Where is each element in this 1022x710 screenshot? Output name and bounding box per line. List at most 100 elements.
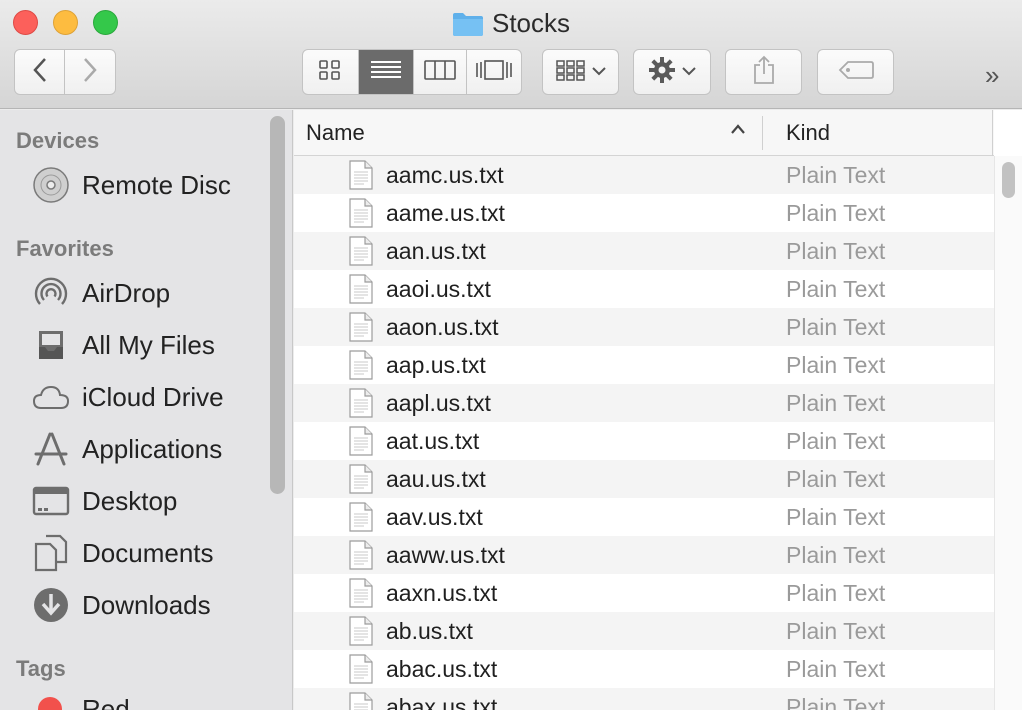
file-row[interactable]: aau.us.txt Plain Text [294,460,994,498]
sidebar-item-remote-disc[interactable]: Remote Disc [30,162,270,208]
column-header-kind[interactable]: Kind [786,120,830,146]
sidebar-header-tags: Tags [16,656,66,681]
file-name: ab.us.txt [386,618,473,644]
file-name: abac.us.txt [386,656,498,682]
window-toolbar: Stocks » [0,0,1022,109]
icon-view-icon [319,59,341,85]
file-row[interactable]: aat.us.txt Plain Text [294,422,994,460]
icon-view-button[interactable] [303,50,359,94]
file-row[interactable]: aaww.us.txt Plain Text [294,536,994,574]
sidebar-item-label: AirDrop [82,277,171,308]
file-row[interactable]: aamc.us.txt Plain Text [294,156,994,194]
list-view-button[interactable] [358,50,414,94]
file-name: aaww.us.txt [386,542,505,568]
file-name: aav.us.txt [386,504,483,530]
cover-flow-icon [475,59,513,86]
all-files-icon [30,325,72,365]
text-file-icon [348,388,374,423]
column-divider[interactable] [992,110,993,156]
file-kind: Plain Text [786,390,886,416]
tags-button[interactable] [817,49,894,95]
file-row[interactable]: aan.us.txt Plain Text [294,232,994,270]
desktop-icon [30,481,72,521]
column-divider[interactable] [762,116,763,150]
sidebar-item-applications[interactable]: Applications [30,426,270,472]
text-file-icon [348,312,374,347]
toolbar-overflow-button[interactable]: » [985,60,1000,91]
text-file-icon [348,274,374,309]
arrange-button[interactable] [542,49,619,95]
text-file-icon [348,616,374,651]
list-scrollbar-thumb[interactable] [1002,162,1015,198]
back-forward-control [14,49,116,95]
window-title: Stocks [0,6,1022,40]
tag-icon [838,60,874,85]
chevron-down-icon [591,63,606,81]
file-row[interactable]: aap.us.txt Plain Text [294,346,994,384]
file-kind: Plain Text [786,694,886,710]
file-rows: aamc.us.txt Plain Text aame.us.txt Plain Te… [294,156,994,710]
sidebar-header-favorites: Favorites [16,236,114,261]
column-view-button[interactable] [414,50,467,94]
sidebar-item-downloads[interactable]: Downloads [30,582,270,628]
text-file-icon [348,350,374,385]
sidebar-item-desktop[interactable]: Desktop [30,478,270,524]
sidebar-item-documents[interactable]: Documents [30,530,270,576]
file-kind: Plain Text [786,200,886,226]
list-scrollbar-track[interactable] [994,156,1022,710]
file-name: aap.us.txt [386,352,486,378]
sidebar-item-tag-red[interactable]: Red [30,686,270,710]
column-header-row: Name Kind [294,110,994,156]
text-file-icon [348,198,374,233]
window-title-text: Stocks [491,8,571,38]
sidebar-item-label: Desktop [82,485,178,516]
disc-icon [30,165,72,205]
text-file-icon [348,654,374,689]
file-row[interactable]: abax.us.txt Plain Text [294,688,994,710]
file-row[interactable]: abac.us.txt Plain Text [294,650,994,688]
text-file-icon [348,502,374,537]
sidebar-item-icloud-drive[interactable]: iCloud Drive [30,374,270,420]
share-button[interactable] [725,49,802,95]
chevron-down-icon [682,63,696,81]
sidebar-item-label: Applications [82,433,223,464]
file-row[interactable]: aaxn.us.txt Plain Text [294,574,994,612]
file-row[interactable]: aame.us.txt Plain Text [294,194,994,232]
sort-ascending-icon[interactable] [730,122,746,140]
file-name: aan.us.txt [386,238,486,264]
file-kind: Plain Text [786,352,886,378]
sidebar-item-label: iCloud Drive [82,381,224,412]
back-button[interactable] [15,50,66,94]
airdrop-icon [30,273,72,313]
sidebar-scrollbar[interactable] [270,116,285,494]
file-kind: Plain Text [786,314,886,340]
download-icon [30,585,72,625]
file-name: aamc.us.txt [386,162,504,188]
arrange-grid-icon [555,59,586,86]
file-kind: Plain Text [786,238,886,264]
red-tag-dot [38,697,62,710]
file-row[interactable]: aaon.us.txt Plain Text [294,308,994,346]
sidebar-item-airdrop[interactable]: AirDrop [30,270,270,316]
chevron-left-icon [32,57,48,88]
cover-flow-view-button[interactable] [467,50,521,94]
file-name: aau.us.txt [386,466,486,492]
forward-button[interactable] [65,50,115,94]
file-row[interactable]: aav.us.txt Plain Text [294,498,994,536]
sidebar-item-all-my-files[interactable]: All My Files [30,322,270,368]
applications-icon [30,429,72,469]
file-row[interactable]: aapl.us.txt Plain Text [294,384,994,422]
column-header-name[interactable]: Name [306,120,365,146]
file-row[interactable]: aaoi.us.txt Plain Text [294,270,994,308]
folder-icon [452,11,484,45]
sidebar-item-label: All My Files [82,329,215,360]
action-button[interactable] [633,49,711,95]
file-row[interactable]: ab.us.txt Plain Text [294,612,994,650]
view-mode-control [302,49,522,95]
file-name: abax.us.txt [386,694,498,710]
file-kind: Plain Text [786,618,886,644]
file-kind: Plain Text [786,276,886,302]
file-kind: Plain Text [786,428,886,454]
file-kind: Plain Text [786,162,886,188]
text-file-icon [348,236,374,271]
